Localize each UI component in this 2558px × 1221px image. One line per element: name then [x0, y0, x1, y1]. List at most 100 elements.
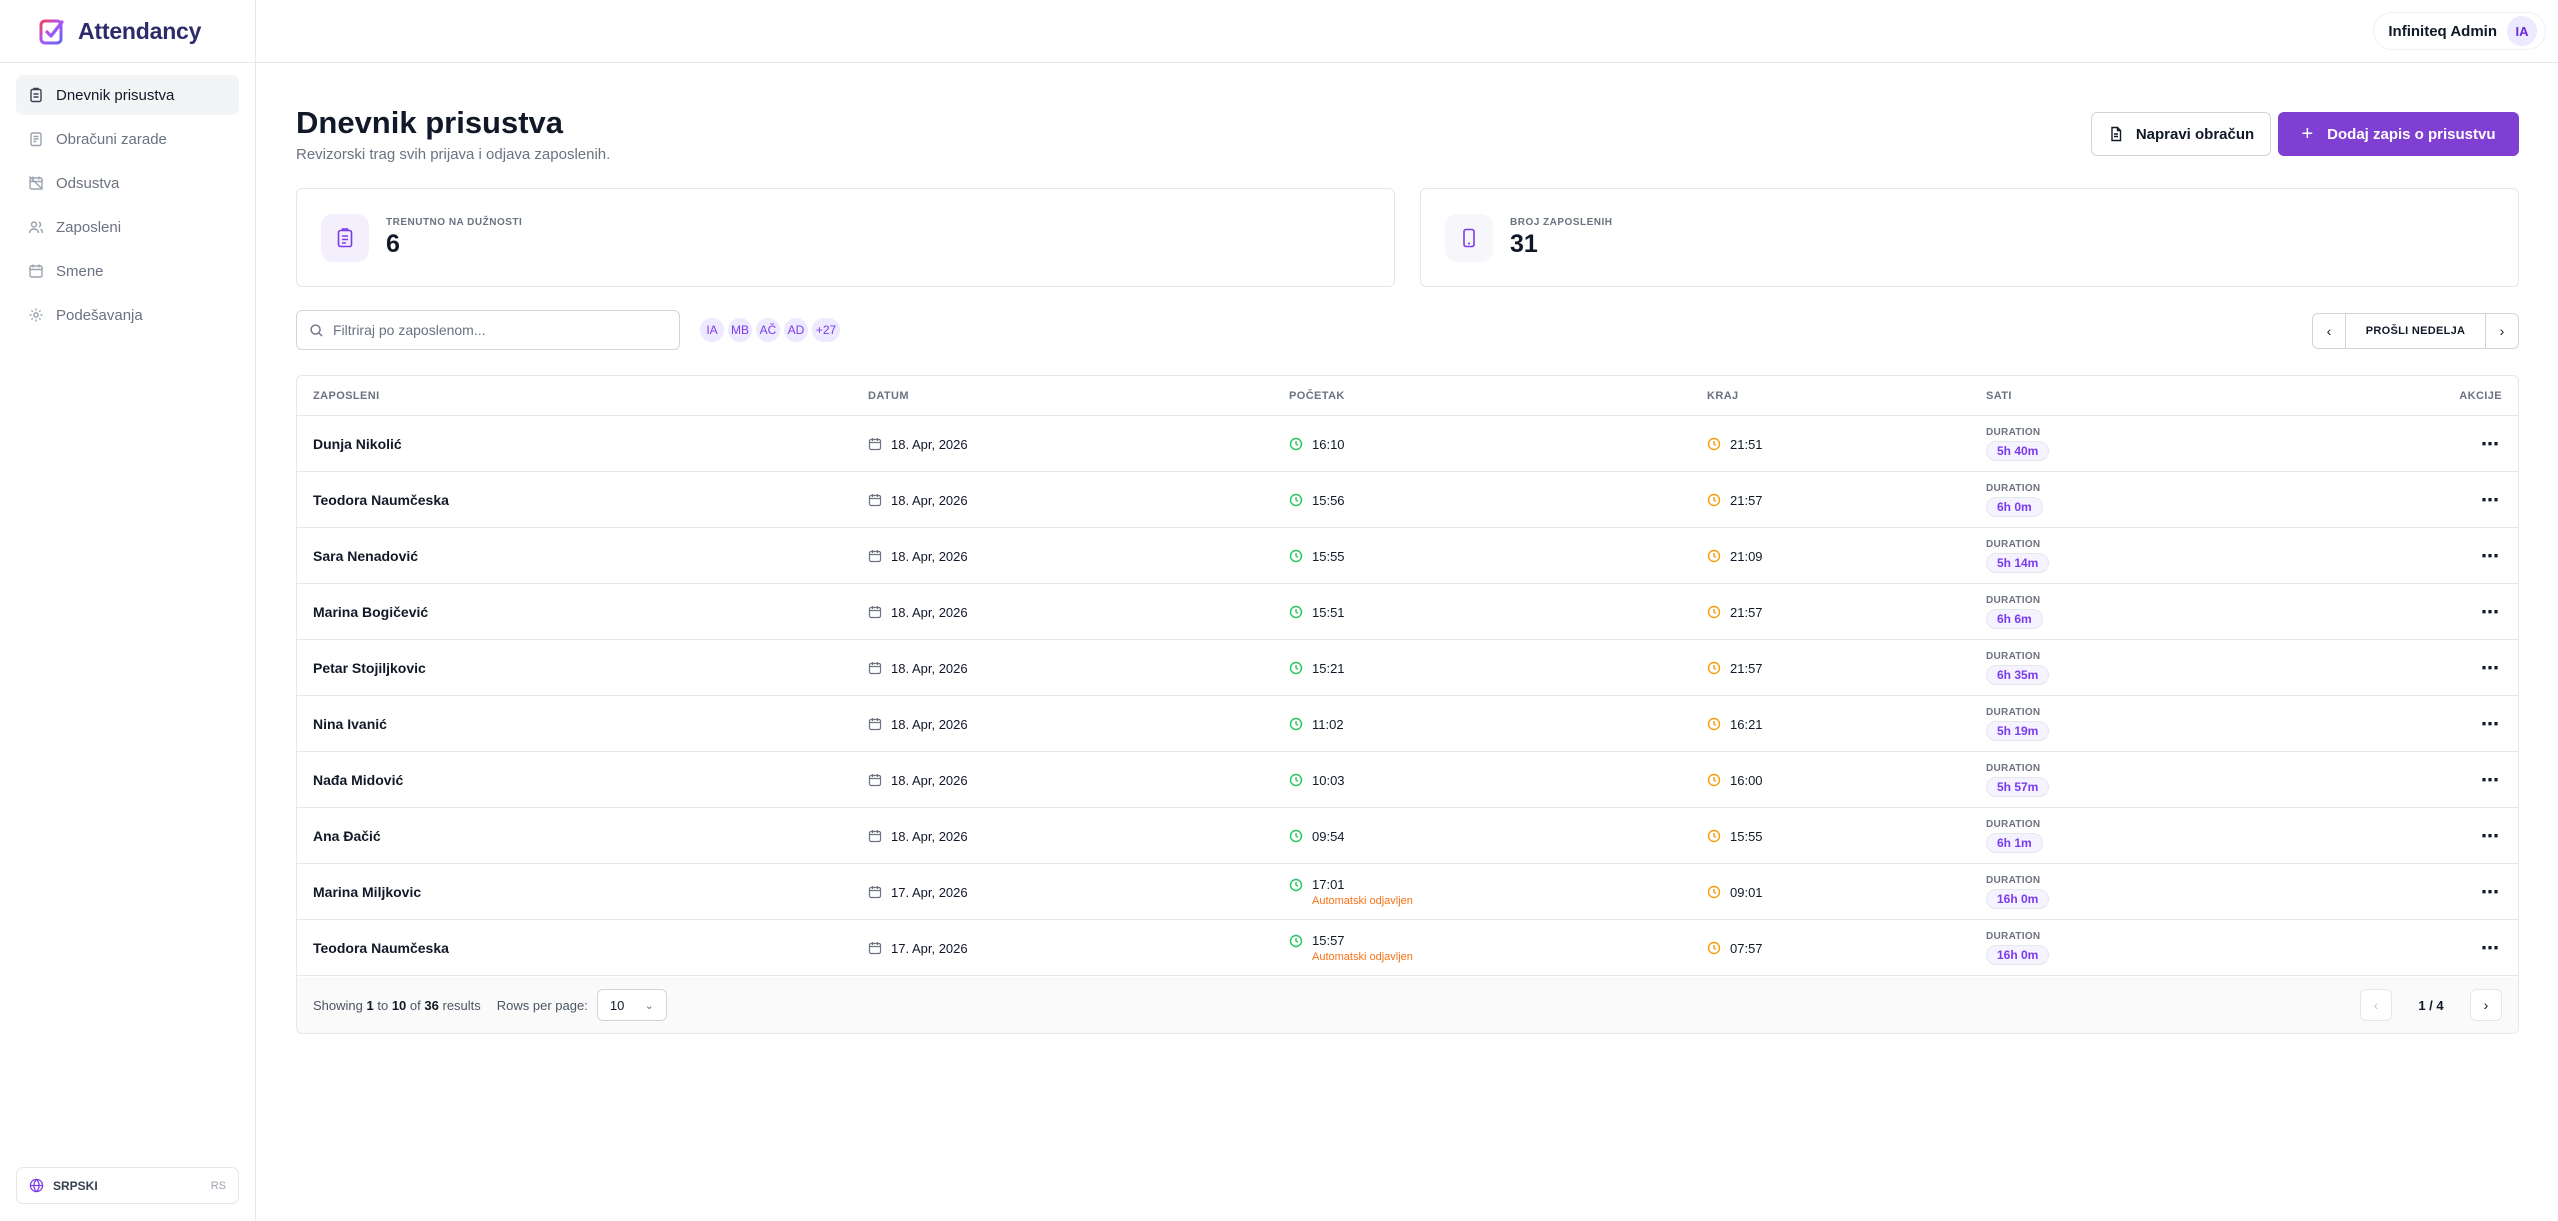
clipboard-list-icon: [321, 213, 369, 262]
avatar-more[interactable]: +27: [811, 317, 841, 343]
prev-page-button[interactable]: ‹: [2360, 989, 2392, 1021]
duration-badge: 5h 57m: [1986, 777, 2050, 797]
more-actions-icon[interactable]: ⋯: [2481, 584, 2500, 640]
employee-name[interactable]: Ana Đačić: [313, 808, 381, 864]
hours-cell: DURATION 5h 14m: [1986, 528, 2050, 584]
date-cell: 18. Apr, 2026: [868, 752, 968, 808]
date-cell: 18. Apr, 2026: [868, 640, 968, 696]
add-attendance-button[interactable]: + Dodaj zapis o prisustvu: [2278, 112, 2519, 156]
avatar[interactable]: IA: [699, 317, 725, 343]
stat-label: BROJ ZAPOSLENIH: [1510, 216, 1613, 228]
hours-cell: DURATION 5h 19m: [1986, 696, 2050, 752]
calendar-icon: [868, 773, 882, 787]
table-row[interactable]: Teodora Naumčeska 18. Apr, 2026 15:56 21:57…: [297, 472, 2518, 528]
more-actions-icon[interactable]: ⋯: [2481, 472, 2500, 528]
user-menu[interactable]: Infiniteq Admin IA: [2373, 12, 2546, 50]
duration-badge: 5h 40m: [1986, 441, 2050, 461]
table-header: ZAPOSLENI DATUM POČETAK KRAJ SATI AKCIJE: [297, 376, 2518, 416]
duration-label: DURATION: [1986, 483, 2041, 494]
auto-checkout-note: Automatski odjavljen: [1312, 951, 1413, 963]
more-actions-icon[interactable]: ⋯: [2481, 808, 2500, 864]
duration-badge: 16h 0m: [1986, 945, 2050, 965]
calendar-icon: [868, 437, 882, 451]
employee-name[interactable]: Teodora Naumčeska: [313, 472, 449, 528]
globe-icon: [29, 1178, 44, 1193]
showing-prefix: Showing: [313, 997, 363, 1013]
employee-name[interactable]: Nina Ivanić: [313, 696, 387, 752]
employee-name[interactable]: Nađa Midović: [313, 752, 403, 808]
table-row[interactable]: Ana Đačić 18. Apr, 2026 09:54 15:55 DURATION…: [297, 808, 2518, 864]
date-value: 17. Apr, 2026: [891, 884, 968, 900]
employee-name[interactable]: Marina Bogičević: [313, 584, 428, 640]
clock-end-icon: [1707, 773, 1721, 787]
calendar-icon: [868, 717, 882, 731]
page-info: 1 / 4: [2418, 997, 2444, 1013]
end-time: 07:57: [1730, 940, 1763, 956]
employee-name[interactable]: Dunja Nikolić: [313, 416, 402, 472]
sidebar-item-label: Zaposleni: [56, 218, 122, 236]
employee-name[interactable]: Marina Miljkovic: [313, 864, 421, 920]
rows-per-page-value: 10: [609, 997, 625, 1013]
brand[interactable]: Attendancy: [0, 0, 255, 63]
employee-name[interactable]: Sara Nenadović: [313, 528, 418, 584]
calendar-icon: [868, 885, 882, 899]
table-body: Dunja Nikolić 18. Apr, 2026 16:10 21:51 DURA…: [297, 416, 2518, 976]
sidebar-item-payroll[interactable]: Obračuni zarade: [16, 119, 239, 159]
end-cell: 09:01: [1707, 864, 1763, 920]
rows-per-page-select[interactable]: 10 ⌄: [596, 989, 667, 1021]
duration-badge: 6h 0m: [1986, 497, 2043, 517]
next-page-button[interactable]: ›: [2470, 989, 2502, 1021]
sidebar-item-attendance-log[interactable]: Dnevnik prisustva: [16, 75, 239, 115]
table-row[interactable]: Nađa Midović 18. Apr, 2026 10:03 16:00 DURAT…: [297, 752, 2518, 808]
sidebar-item-shifts[interactable]: Smene: [16, 251, 239, 291]
language-selector[interactable]: SRPSKI RS: [16, 1167, 239, 1204]
create-payroll-button[interactable]: Napravi obračun: [2091, 112, 2271, 156]
table-row[interactable]: Marina Miljkovic 17. Apr, 2026 17:01 Automa…: [297, 864, 2518, 920]
employee-name[interactable]: Teodora Naumčeska: [313, 920, 449, 976]
topbar: Infiniteq Admin IA: [256, 0, 2558, 63]
end-cell: 21:57: [1707, 640, 1763, 696]
table-row[interactable]: Sara Nenadović 18. Apr, 2026 15:55 21:09 DUR…: [297, 528, 2518, 584]
chevron-left-icon[interactable]: ‹: [2313, 314, 2345, 348]
table-row[interactable]: Nina Ivanić 18. Apr, 2026 11:02 16:21 DURATI…: [297, 696, 2518, 752]
sidebar-item-settings[interactable]: Podešavanja: [16, 295, 239, 335]
chevron-right-icon[interactable]: ›: [2486, 314, 2518, 348]
sidebar-item-employees[interactable]: Zaposleni: [16, 207, 239, 247]
week-label[interactable]: PROŠLI NEDELJA: [2345, 314, 2486, 348]
auto-checkout-note: Automatski odjavljen: [1312, 895, 1413, 907]
to-word: to: [377, 997, 389, 1013]
search-input[interactable]: [333, 322, 673, 338]
more-actions-icon[interactable]: ⋯: [2481, 752, 2500, 808]
hours-cell: DURATION 6h 6m: [1986, 584, 2043, 640]
avatar[interactable]: MB: [727, 317, 753, 343]
duration-badge: 6h 1m: [1986, 833, 2043, 853]
table-row[interactable]: Marina Bogičević 18. Apr, 2026 15:51 21:57 D…: [297, 584, 2518, 640]
end-cell: 07:57: [1707, 920, 1763, 976]
more-actions-icon[interactable]: ⋯: [2481, 528, 2500, 584]
sidebar-item-absences[interactable]: Odsustva: [16, 163, 239, 203]
gear-icon: [28, 307, 44, 323]
more-actions-icon[interactable]: ⋯: [2481, 920, 2500, 976]
date-cell: 18. Apr, 2026: [868, 696, 968, 752]
more-actions-icon[interactable]: ⋯: [2481, 416, 2500, 472]
language-label: SRPSKI: [53, 1178, 98, 1193]
duration-label: DURATION: [1986, 931, 2041, 942]
clipboard-icon: [28, 87, 44, 103]
more-actions-icon[interactable]: ⋯: [2481, 640, 2500, 696]
more-actions-icon[interactable]: ⋯: [2481, 864, 2500, 920]
clock-start-icon: [1289, 549, 1303, 563]
avatar[interactable]: AČ: [755, 317, 781, 343]
avatar: IA: [2507, 16, 2537, 46]
hours-cell: DURATION 16h 0m: [1986, 864, 2050, 920]
table-row[interactable]: Dunja Nikolić 18. Apr, 2026 16:10 21:51 DURA…: [297, 416, 2518, 472]
stat-value: 31: [1510, 229, 1538, 258]
table-row[interactable]: Petar Stojiljkovic 18. Apr, 2026 15:21 21:5…: [297, 640, 2518, 696]
attendance-table: ZAPOSLENI DATUM POČETAK KRAJ SATI AKCIJE…: [296, 375, 2519, 1034]
end-time: 09:01: [1730, 884, 1763, 900]
employee-filter[interactable]: [296, 310, 680, 350]
more-actions-icon[interactable]: ⋯: [2481, 696, 2500, 752]
week-navigator: ‹ PROŠLI NEDELJA ›: [2312, 313, 2519, 349]
table-row[interactable]: Teodora Naumčeska 17. Apr, 2026 15:57 Autom…: [297, 920, 2518, 976]
avatar[interactable]: AD: [783, 317, 809, 343]
employee-name[interactable]: Petar Stojiljkovic: [313, 640, 426, 696]
